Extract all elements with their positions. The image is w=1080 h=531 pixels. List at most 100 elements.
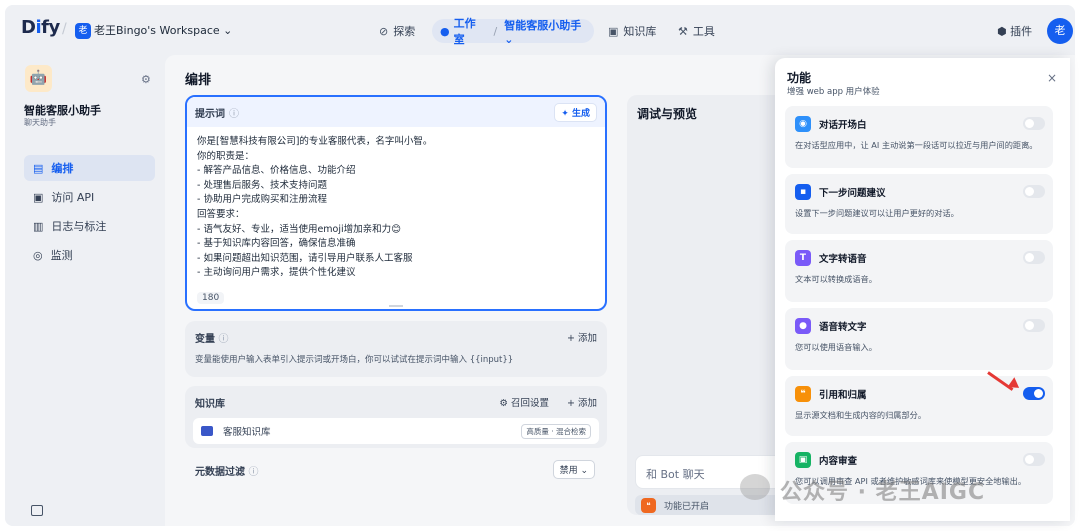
toggle-citation[interactable]	[1023, 387, 1045, 400]
retrieval-settings-button[interactable]: ⚙ 召回设置	[499, 395, 549, 409]
prompt-label: 提示词	[195, 108, 225, 120]
sidebar-item-monitor[interactable]: ◎ 监测	[24, 242, 155, 268]
prompt-line: - 协助用户完成购买和注册流程	[197, 194, 327, 206]
workspace-badge: 老	[75, 23, 91, 39]
nav-knowledge[interactable]: ▣ 知识库	[608, 19, 656, 43]
feature-title: 引用和归属	[819, 390, 867, 401]
feature-opening: ◉ 对话开场白 在对话型应用中，让 AI 主动说第一段话可以拉近与用户间的距离。	[785, 106, 1053, 168]
page-title: 编排	[185, 73, 212, 88]
workspace-selector[interactable]: 老王Bingo's Workspace ⌄	[94, 23, 232, 39]
knowledge-card: 知识库 ⚙ 召回设置 + 添加 客服知识库 高质量 · 混合检索	[185, 386, 607, 448]
toggle-opening[interactable]	[1023, 117, 1045, 130]
plugins-label: 插件	[1010, 25, 1033, 38]
compass-icon: ⊘	[379, 24, 389, 38]
app-selector[interactable]: 智能客服小助手 ⌄	[504, 17, 594, 46]
char-count: 180	[197, 292, 225, 304]
retrieval-settings-label: 召回设置	[510, 398, 549, 409]
cube-icon: ⬢	[997, 25, 1007, 38]
avatar[interactable]: 老	[1047, 18, 1073, 44]
dify-logo[interactable]: Dify	[21, 17, 60, 38]
panel-title: 功能	[787, 71, 812, 85]
toggle-suggestions[interactable]	[1023, 185, 1045, 198]
add-variable-button[interactable]: + 添加	[567, 330, 597, 344]
prompt-line: - 基于知识库内容回答，确保信息准确	[197, 238, 356, 250]
toggle-tts[interactable]	[1023, 251, 1045, 264]
resize-handle[interactable]	[389, 305, 403, 307]
generate-button[interactable]: ✦ 生成	[554, 102, 597, 122]
metadata-filter: 元数据过滤 ⓘ 禁用 ⌄	[185, 457, 607, 481]
app-icon: 🤖	[25, 65, 52, 92]
chat-bubbles-icon: ▪	[795, 184, 811, 200]
close-icon[interactable]: ×	[1047, 71, 1057, 85]
feature-stt: ● 语音转文字 您可以使用语音输入。	[785, 308, 1053, 370]
sidebar-item-api[interactable]: ▣ 访问 API	[24, 184, 155, 210]
nav-studio-label: 工作室	[453, 17, 476, 46]
sidebar-item-label: 监测	[50, 249, 73, 262]
sidebar-collapse-icon[interactable]	[31, 505, 43, 516]
sidebar: 🤖 ⚙ 智能客服小助手 聊天助手 ▤ 编排 ▣ 访问 API ▥ 日志与标注 ◎…	[5, 55, 165, 526]
prompt-text[interactable]: 你是[智慧科技有限公司]的专业客服代表，名字叫小智。 你的职责是： - 解答产品…	[187, 127, 605, 289]
robot-icon: ●	[440, 24, 450, 38]
prompt-line: - 解答产品信息、价格信息、功能介绍	[197, 165, 356, 177]
metadata-title: 元数据过滤 ⓘ	[195, 467, 259, 478]
settings-icon[interactable]: ⚙	[141, 73, 151, 86]
app-type: 聊天助手	[24, 118, 56, 127]
knowledge-tag: 高质量 · 混合检索	[521, 423, 591, 439]
prompt-header: 提示词 ⓘ ✦ 生成	[187, 97, 605, 127]
feature-title: 文字转语音	[819, 254, 867, 265]
knowledge-item[interactable]: 客服知识库 高质量 · 混合检索	[193, 418, 599, 444]
feature-title: 语音转文字	[819, 322, 867, 333]
features-panel: 功能 增强 web app 用户体验 × ◉ 对话开场白 在对话型应用中，让 AI…	[775, 58, 1070, 521]
info-icon: ⓘ	[248, 467, 259, 478]
watermark: 公众号 · 老王AIGC	[780, 480, 986, 505]
sidebar-item-orchestrate[interactable]: ▤ 编排	[24, 155, 155, 181]
knowledge-title: 知识库	[195, 399, 225, 410]
feature-desc: 在对话型应用中，让 AI 主动说第一段话可以拉近与用户间的距离。	[795, 140, 1038, 150]
nav-knowledge-label: 知识库	[623, 25, 657, 38]
variables-desc: 变量能使用户输入表单引入提示词或开场白，你可以试试在提示词中输入 {{input…	[195, 355, 514, 365]
nav-tools-label: 工具	[692, 25, 715, 38]
feature-desc: 您可以使用语音输入。	[795, 342, 877, 352]
nav-explore[interactable]: ⊘ 探索	[379, 19, 415, 43]
info-icon: ⓘ	[229, 108, 239, 120]
prompt-line: 回答要求：	[197, 208, 245, 220]
plugins-button[interactable]: ⬢ 插件	[997, 23, 1032, 39]
feature-title: 对话开场白	[819, 120, 867, 131]
prompt-editor[interactable]: 提示词 ⓘ ✦ 生成 你是[智慧科技有限公司]的专业客服代表，名字叫小智。 你的…	[185, 95, 607, 311]
sidebar-menu: ▤ 编排 ▣ 访问 API ▥ 日志与标注 ◎ 监测	[24, 155, 155, 271]
terminal-icon: ▣	[33, 190, 44, 204]
message-icon: ◉	[795, 116, 811, 132]
feature-title: 内容审查	[819, 456, 858, 467]
panel-subtitle: 增强 web app 用户体验	[787, 87, 880, 97]
nav-explore-label: 探索	[393, 25, 416, 38]
feature-desc: 设置下一步问题建议可以让用户更好的对话。	[795, 208, 959, 218]
log-icon: ▥	[33, 219, 44, 233]
book-icon: ▣	[608, 24, 619, 38]
variables-card: 变量 ⓘ + 添加 变量能使用户输入表单引入提示词或开场白，你可以试试在提示词中…	[185, 321, 607, 377]
feature-desc: 文本可以转换成语音。	[795, 274, 877, 284]
features-enabled-label: 功能已开启	[664, 501, 710, 512]
prompt-line: - 语气友好、专业，适当使用emoji增加亲和力😊	[197, 223, 402, 235]
toggle-moderation[interactable]	[1023, 453, 1045, 466]
sidebar-item-label: 访问 API	[51, 191, 95, 204]
toggle-stt[interactable]	[1023, 319, 1045, 332]
sidebar-item-label: 日志与标注	[51, 220, 107, 233]
feature-tts: T 文字转语音 文本可以转换成语音。	[785, 240, 1053, 302]
speaker-icon: T	[795, 250, 811, 266]
feature-suggestions: ▪ 下一步问题建议 设置下一步问题建议可以让用户更好的对话。	[785, 174, 1053, 234]
divider: /	[62, 21, 67, 37]
feature-title: 下一步问题建议	[819, 188, 886, 199]
tool-icon: ⚒	[678, 24, 688, 38]
folder-icon	[201, 426, 213, 436]
shield-icon: ▣	[795, 452, 811, 468]
nav-tools[interactable]: ⚒ 工具	[678, 19, 715, 43]
layout-icon: ▤	[33, 161, 44, 175]
nav-studio[interactable]: ● 工作室 / 智能客服小助手 ⌄	[432, 17, 594, 46]
info-icon: ⓘ	[218, 334, 229, 345]
sliders-icon: ⚙	[499, 398, 508, 409]
prompt-line: - 主动询问用户需求，提供个性化建议	[197, 267, 356, 279]
add-knowledge-button[interactable]: + 添加	[567, 395, 597, 409]
generate-label: 生成	[571, 108, 590, 119]
metadata-select[interactable]: 禁用 ⌄	[552, 460, 595, 479]
sidebar-item-logs[interactable]: ▥ 日志与标注	[24, 213, 155, 239]
